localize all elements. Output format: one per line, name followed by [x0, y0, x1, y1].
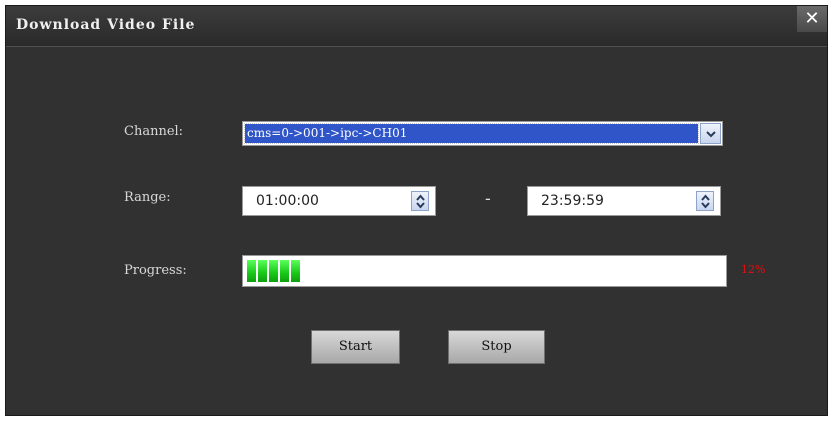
progress-percent: 12%	[741, 263, 766, 276]
range-start-value: 01:00:00	[256, 193, 319, 209]
progress-block	[291, 260, 300, 282]
progress-bar	[242, 255, 727, 287]
range-end-value: 23:59:59	[541, 193, 604, 209]
progress-block	[280, 260, 289, 282]
progress-fill	[247, 260, 300, 282]
range-start-spinner[interactable]: 01:00:00	[242, 186, 436, 216]
channel-value: cms=0->001->ipc->CH01	[244, 123, 699, 144]
close-icon: ✕	[804, 8, 820, 29]
progress-label: Progress:	[124, 263, 187, 278]
range-end-spinner[interactable]: 23:59:59	[527, 186, 721, 216]
range-label: Range:	[124, 190, 171, 205]
chevron-down-icon	[706, 131, 716, 138]
range-start-spin-button[interactable]	[411, 191, 429, 211]
title-bar[interactable]: Download Video File ✕	[6, 6, 827, 47]
range-separator: -	[485, 189, 491, 208]
channel-dropdown-button[interactable]	[700, 123, 721, 144]
progress-block	[247, 260, 256, 282]
close-button[interactable]: ✕	[797, 6, 827, 32]
channel-select[interactable]: cms=0->001->ipc->CH01	[242, 121, 723, 146]
progress-block	[258, 260, 267, 282]
window-title: Download Video File	[16, 17, 196, 33]
up-down-arrows-icon	[701, 194, 710, 209]
download-dialog: Download Video File ✕ Channel: cms=0->00…	[5, 5, 828, 416]
progress-block	[269, 260, 278, 282]
range-end-spin-button[interactable]	[696, 191, 714, 211]
channel-label: Channel:	[124, 124, 184, 139]
stop-button[interactable]: Stop	[448, 330, 545, 364]
start-button[interactable]: Start	[311, 330, 400, 364]
up-down-arrows-icon	[416, 194, 425, 209]
